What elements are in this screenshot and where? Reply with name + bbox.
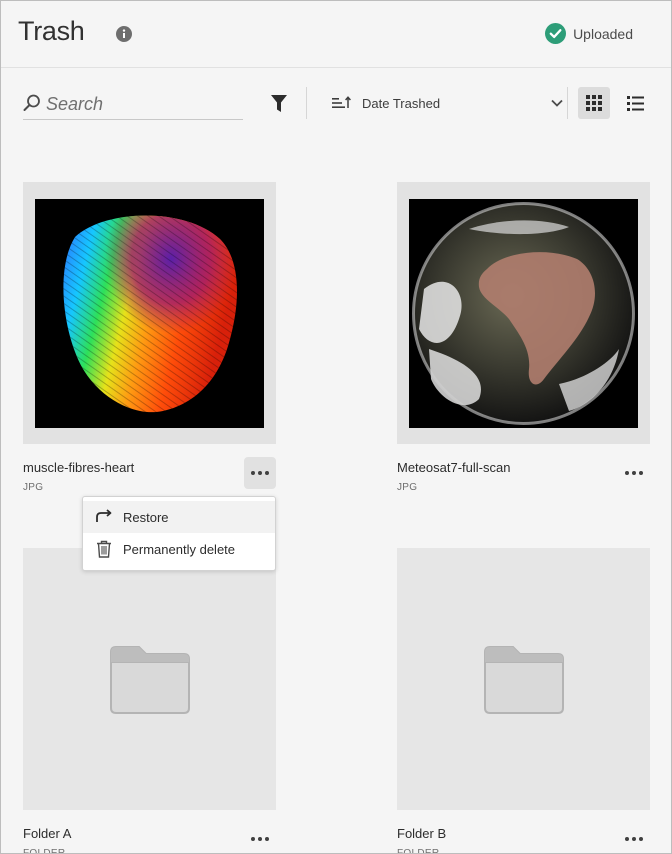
upload-status-label: Uploaded <box>573 25 633 42</box>
filter-icon <box>271 95 287 112</box>
search-input[interactable] <box>46 92 236 116</box>
trash-icon <box>97 540 111 558</box>
heart-image <box>35 199 264 428</box>
more-icon <box>625 471 643 475</box>
trash-panel: Trash Uploaded Search Date Trashed muscl… <box>0 0 672 854</box>
sort-dropdown[interactable]: Date Trashed <box>331 91 563 115</box>
folder-card[interactable]: Folder A FOLDER <box>23 548 276 853</box>
menu-item-label: Permanently delete <box>123 541 236 557</box>
asset-thumbnail[interactable] <box>397 182 650 444</box>
info-icon[interactable] <box>116 26 132 42</box>
context-menu: Restore Permanently delete <box>82 496 276 571</box>
folder-icon <box>110 646 190 714</box>
header: Trash Uploaded <box>1 1 671 68</box>
page-title: Trash <box>18 16 85 46</box>
folder-thumbnail[interactable] <box>397 548 650 810</box>
asset-card[interactable]: muscle-fibres-heart JPG <box>23 182 276 493</box>
asset-card[interactable]: Meteosat7-full-scan JPG <box>397 182 650 493</box>
more-actions-button[interactable] <box>244 457 276 489</box>
more-icon <box>251 837 269 841</box>
asset-thumbnail[interactable] <box>23 182 276 444</box>
more-icon <box>251 471 269 475</box>
menu-item-label: Restore <box>123 509 169 525</box>
more-actions-button[interactable] <box>618 457 650 489</box>
menu-item-restore[interactable]: Restore <box>83 501 275 533</box>
more-actions-button[interactable] <box>244 823 276 853</box>
upload-status: Uploaded <box>545 23 633 44</box>
folder-icon <box>484 646 564 714</box>
grid-view-icon <box>586 95 602 111</box>
sort-label: Date Trashed <box>362 95 441 111</box>
search-field[interactable] <box>23 91 243 120</box>
grid-view-button[interactable] <box>578 87 610 119</box>
list-view-button[interactable] <box>621 87 649 119</box>
chevron-down-icon <box>551 99 563 107</box>
asset-name: Meteosat7-full-scan <box>397 460 511 475</box>
earth-image <box>409 199 638 428</box>
toolbar-divider <box>567 87 568 119</box>
asset-type: FOLDER <box>23 848 66 854</box>
asset-type: FOLDER <box>397 848 440 854</box>
check-circle-icon <box>545 23 567 44</box>
folder-thumbnail[interactable] <box>23 548 276 810</box>
more-actions-button[interactable] <box>618 823 650 853</box>
asset-name: Folder A <box>23 826 72 841</box>
sort-order-icon <box>332 96 351 108</box>
more-icon <box>625 837 643 841</box>
asset-name: Folder B <box>397 826 447 841</box>
menu-item-permanently-delete[interactable]: Permanently delete <box>83 533 275 565</box>
asset-name: muscle-fibres-heart <box>23 460 135 475</box>
asset-type: JPG <box>397 482 418 493</box>
folder-card[interactable]: Folder B FOLDER <box>397 548 650 853</box>
toolbar-divider <box>306 87 307 119</box>
filter-button[interactable] <box>268 93 290 115</box>
asset-type: JPG <box>23 482 44 493</box>
restore-icon <box>96 509 112 522</box>
list-view-icon <box>626 95 644 111</box>
search-icon <box>23 94 40 111</box>
